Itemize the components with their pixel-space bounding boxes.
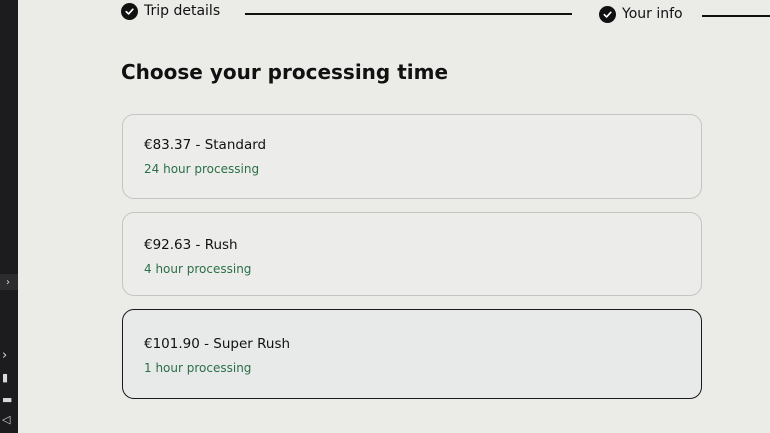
- option-super-rush[interactable]: €101.90 - Super Rush 1 hour processing: [122, 309, 702, 399]
- step-trip-details[interactable]: Trip details: [121, 0, 220, 22]
- progress-stepper: Trip details Your info: [0, 0, 770, 30]
- chevron-right-icon: ›: [6, 277, 10, 288]
- option-processing-time: 24 hour processing: [144, 162, 260, 176]
- option-price: €101.90 - Super Rush: [144, 336, 291, 352]
- step-label: Your info: [622, 6, 683, 22]
- check-circle-icon: [599, 5, 616, 23]
- check-circle-icon: [121, 2, 138, 20]
- page-title: Choose your processing time: [121, 60, 449, 84]
- option-rush[interactable]: €92.63 - Rush 4 hour processing: [122, 212, 702, 296]
- option-price: €83.37 - Standard: [144, 137, 267, 153]
- device-icon[interactable]: ▮: [2, 372, 8, 383]
- step-connector: [702, 15, 770, 17]
- option-price: €92.63 - Rush: [144, 237, 238, 253]
- os-side-strip: › › ▮ ▬ ◁: [0, 0, 18, 433]
- side-expand-tab[interactable]: ›: [0, 274, 18, 290]
- speaker-icon[interactable]: ◁: [2, 414, 10, 425]
- screen: › › ▮ ▬ ◁ Trip details Your info Choose …: [0, 0, 770, 433]
- step-label: Trip details: [144, 3, 221, 19]
- battery-icon: ▬: [2, 393, 13, 406]
- chevron-right-icon[interactable]: ›: [2, 349, 7, 362]
- option-standard[interactable]: €83.37 - Standard 24 hour processing: [122, 114, 702, 199]
- option-processing-time: 1 hour processing: [144, 361, 252, 375]
- step-your-info[interactable]: Your info: [599, 3, 683, 25]
- step-connector: [245, 13, 572, 15]
- option-processing-time: 4 hour processing: [144, 262, 252, 276]
